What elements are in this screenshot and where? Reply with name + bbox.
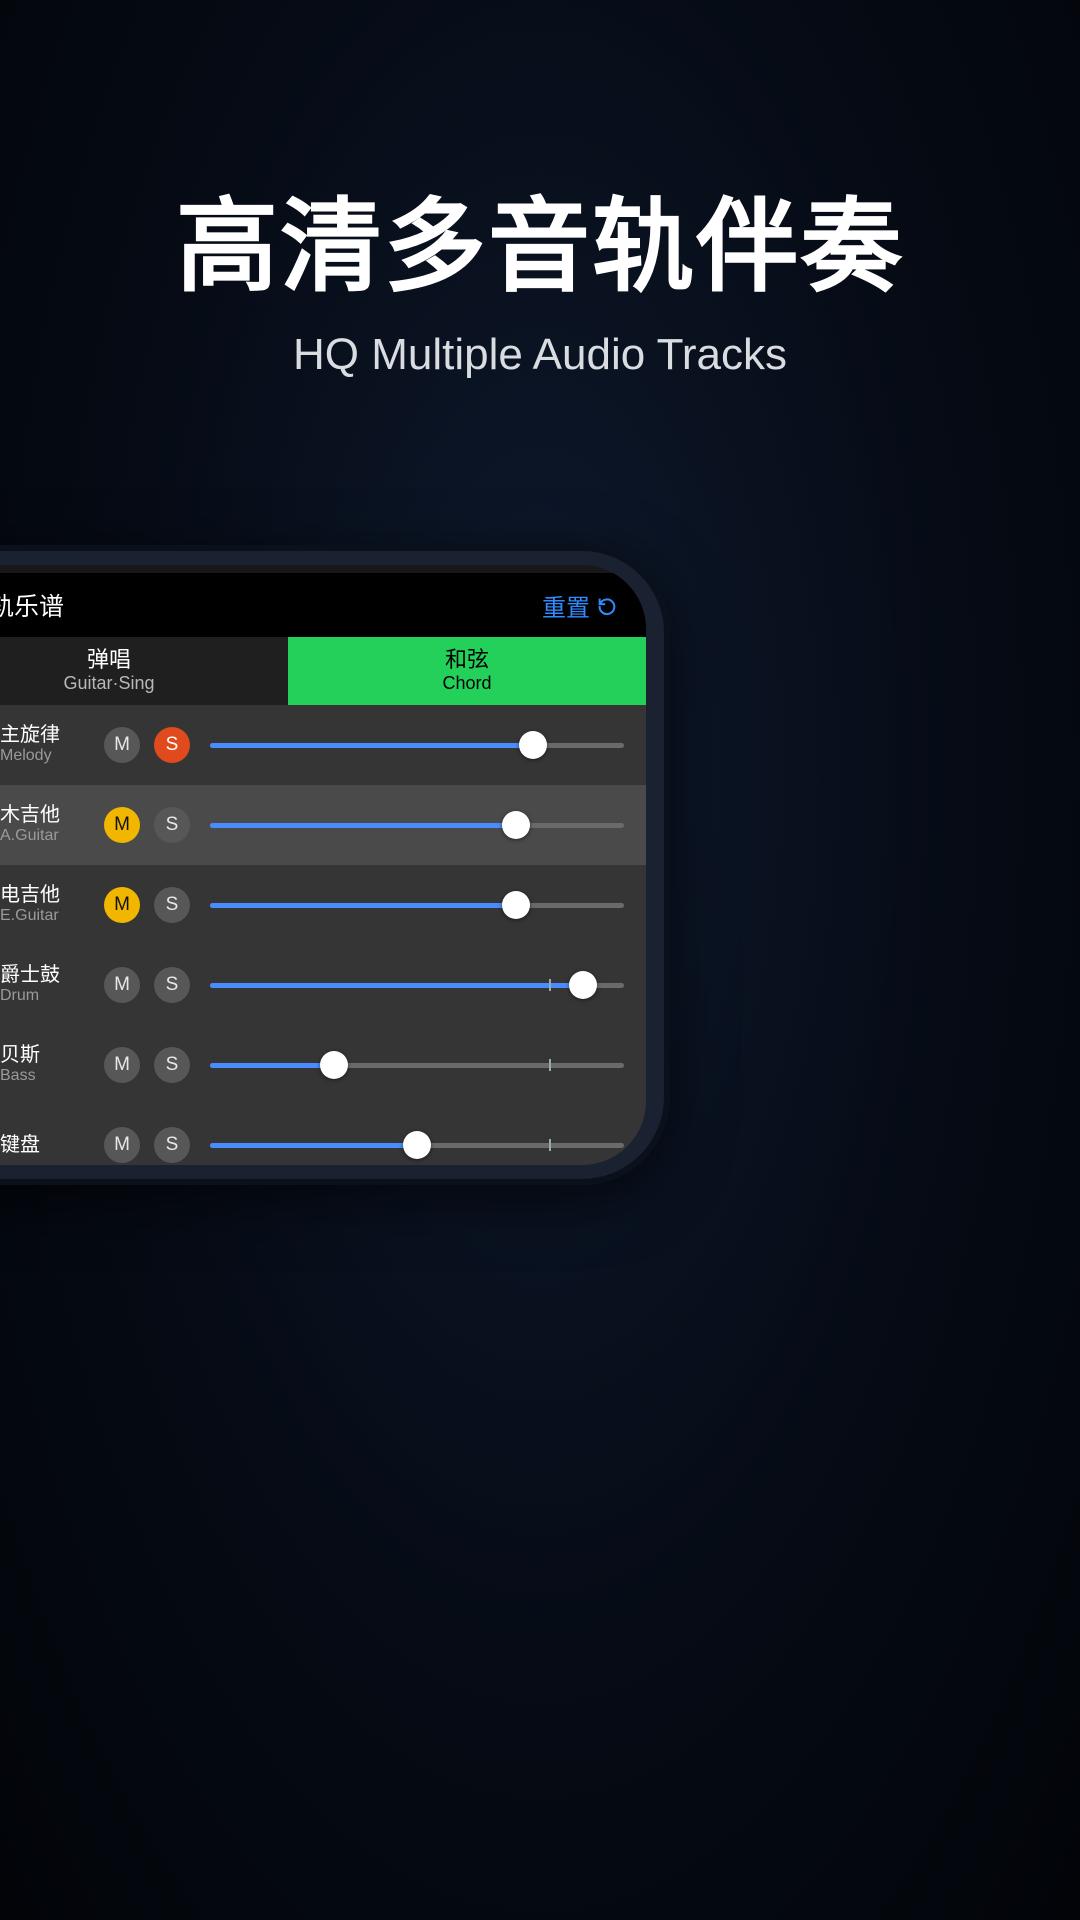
reset-icon <box>596 594 618 616</box>
slider-tick <box>549 979 551 991</box>
slider-tick <box>549 1139 551 1151</box>
track-name: 键盘 <box>0 1134 90 1157</box>
volume-slider[interactable] <box>210 1047 624 1083</box>
mute-button[interactable]: M <box>104 1127 140 1163</box>
slider-fill <box>210 1063 334 1068</box>
tab-label-en: Chord <box>442 673 491 695</box>
tab-label-cn: 弹唱 <box>87 647 131 673</box>
reset-button[interactable]: 重置 <box>542 588 618 623</box>
track-name: 主旋律Melody <box>0 724 90 765</box>
volume-slider[interactable] <box>210 807 624 843</box>
volume-slider[interactable] <box>210 727 624 763</box>
track-name: 贝斯Bass <box>0 1044 90 1085</box>
solo-button[interactable]: S <box>154 967 190 1003</box>
slider-fill <box>210 743 533 748</box>
slider-thumb[interactable] <box>519 731 547 759</box>
track-name-cn: 木吉他 <box>0 804 90 827</box>
mute-button[interactable]: M <box>104 887 140 923</box>
tab-label-en: Guitar·Sing <box>63 673 154 695</box>
track-list: 主旋律MelodyMS木吉他A.GuitarMS电吉他E.GuitarMS爵士鼓… <box>0 705 646 1165</box>
slider-fill <box>210 1143 417 1148</box>
phone-mockup: 多轨乐谱 重置 弹唱Guitar·Sing和弦Chord 主旋律MelodyMS… <box>0 545 670 1185</box>
slider-tick <box>549 1059 551 1071</box>
app-screen: 多轨乐谱 重置 弹唱Guitar·Sing和弦Chord 主旋律MelodyMS… <box>0 565 646 1165</box>
hero-title-en: HQ Multiple Audio Tracks <box>0 330 1080 380</box>
track-name-en: Bass <box>0 1067 90 1085</box>
reset-label: 重置 <box>542 588 590 623</box>
track-name-en: Drum <box>0 987 90 1005</box>
track-row[interactable]: 爵士鼓Drum MS <box>0 945 646 1025</box>
solo-button[interactable]: S <box>154 1127 190 1163</box>
track-name-cn: 主旋律 <box>0 724 90 747</box>
topbar: 多轨乐谱 重置 <box>0 573 646 637</box>
solo-button[interactable]: S <box>154 807 190 843</box>
tab-guitar-sing[interactable]: 弹唱Guitar·Sing <box>0 637 288 705</box>
track-name-en: E.Guitar <box>0 907 90 925</box>
volume-slider[interactable] <box>210 1127 624 1163</box>
track-name-cn: 键盘 <box>0 1134 90 1157</box>
solo-button[interactable]: S <box>154 727 190 763</box>
track-row[interactable]: 电吉他E.Guitar MS <box>0 865 646 945</box>
track-name-cn: 电吉他 <box>0 884 90 907</box>
hero: 高清多音轨伴奏 HQ Multiple Audio Tracks <box>0 165 1080 380</box>
track-row[interactable]: 木吉他A.Guitar MS <box>0 785 646 865</box>
track-name: 爵士鼓Drum <box>0 964 90 1005</box>
track-name-cn: 贝斯 <box>0 1044 90 1067</box>
mute-button[interactable]: M <box>104 727 140 763</box>
volume-slider[interactable] <box>210 967 624 1003</box>
mute-button[interactable]: M <box>104 967 140 1003</box>
slider-thumb[interactable] <box>502 811 530 839</box>
slider-thumb[interactable] <box>403 1131 431 1159</box>
mode-tabs: 弹唱Guitar·Sing和弦Chord <box>0 637 646 705</box>
track-row[interactable]: 贝斯Bass MS <box>0 1025 646 1105</box>
volume-slider[interactable] <box>210 887 624 923</box>
solo-button[interactable]: S <box>154 1047 190 1083</box>
track-row[interactable]: 键盘 MS <box>0 1105 646 1165</box>
slider-fill <box>210 983 583 988</box>
hero-title-cn: 高清多音轨伴奏 <box>0 165 1080 312</box>
slider-thumb[interactable] <box>502 891 530 919</box>
track-name-cn: 爵士鼓 <box>0 964 90 987</box>
tab-label-cn: 和弦 <box>445 647 489 673</box>
slider-fill <box>210 903 516 908</box>
track-name-en: Melody <box>0 747 90 765</box>
slider-thumb[interactable] <box>320 1051 348 1079</box>
track-row[interactable]: 主旋律Melody MS <box>0 705 646 785</box>
mute-button[interactable]: M <box>104 1047 140 1083</box>
track-name: 木吉他A.Guitar <box>0 804 90 845</box>
tab-chord[interactable]: 和弦Chord <box>288 637 646 705</box>
mute-button[interactable]: M <box>104 807 140 843</box>
track-name: 电吉他E.Guitar <box>0 884 90 925</box>
slider-thumb[interactable] <box>569 971 597 999</box>
solo-button[interactable]: S <box>154 887 190 923</box>
track-name-en: A.Guitar <box>0 827 90 845</box>
page-title: 多轨乐谱 <box>0 587 64 623</box>
slider-fill <box>210 823 516 828</box>
